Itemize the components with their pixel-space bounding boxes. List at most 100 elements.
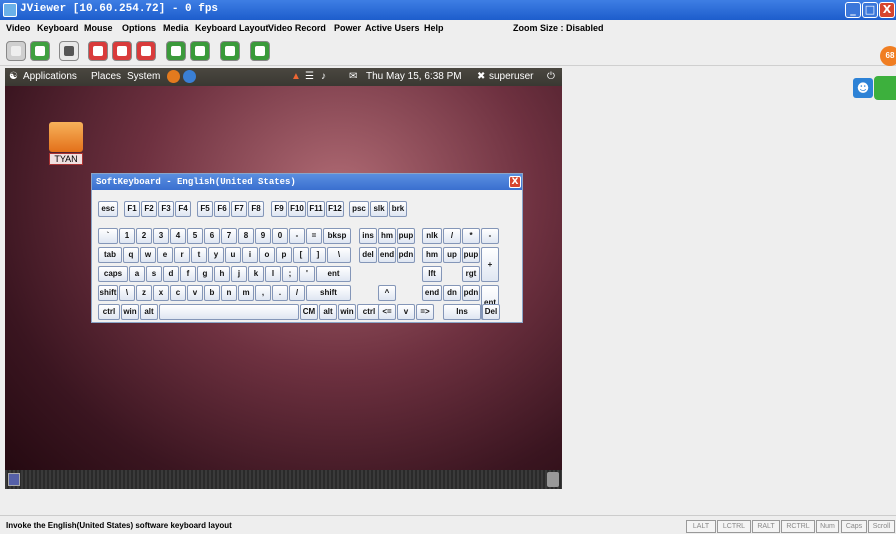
- minimize-button[interactable]: _: [845, 2, 861, 18]
- key-function-row-13[interactable]: psc: [349, 201, 369, 217]
- key-function-row-8[interactable]: F8: [248, 201, 264, 217]
- key-function-row-0[interactable]: esc: [98, 201, 118, 217]
- soft-keyboard-close-button[interactable]: X: [509, 176, 521, 188]
- key-row1-9[interactable]: 9: [255, 228, 271, 244]
- key-row4-1[interactable]: \: [119, 285, 135, 301]
- show-desktop-icon[interactable]: [8, 473, 20, 486]
- key-row2-8[interactable]: i: [242, 247, 258, 263]
- key-row4-13[interactable]: ^: [378, 285, 396, 301]
- key-row2-5[interactable]: t: [191, 247, 207, 263]
- key-row3-12[interactable]: ent: [316, 266, 351, 282]
- key-function-row-6[interactable]: F6: [214, 201, 230, 217]
- key-row1-4[interactable]: 4: [170, 228, 186, 244]
- key-function-row-9[interactable]: F9: [271, 201, 287, 217]
- places-menu[interactable]: Places: [91, 71, 121, 82]
- menu-keyboard-layout[interactable]: Keyboard Layout: [195, 23, 269, 33]
- key-row3-2[interactable]: s: [146, 266, 162, 282]
- key-row4-16[interactable]: pdn: [462, 285, 480, 301]
- key-row5-3[interactable]: [159, 304, 299, 320]
- help-icon[interactable]: [183, 70, 196, 83]
- key-row1-1[interactable]: 1: [119, 228, 135, 244]
- key-row2-15[interactable]: end: [378, 247, 396, 263]
- key-row1-19[interactable]: *: [462, 228, 480, 244]
- key-row4-14[interactable]: end: [422, 285, 442, 301]
- key-row2-17[interactable]: hm: [422, 247, 442, 263]
- key-row1-8[interactable]: 8: [238, 228, 254, 244]
- key-row3-3[interactable]: d: [163, 266, 179, 282]
- key-row3-8[interactable]: k: [248, 266, 264, 282]
- key-row3-5[interactable]: g: [197, 266, 213, 282]
- menu-power[interactable]: Power: [334, 23, 361, 33]
- key-row3-4[interactable]: f: [180, 266, 196, 282]
- key-function-row-14[interactable]: slk: [370, 201, 388, 217]
- key-row3-10[interactable]: ;: [282, 266, 298, 282]
- menu-mouse[interactable]: Mouse: [84, 23, 113, 33]
- key-row1-10[interactable]: 0: [272, 228, 288, 244]
- key-row4-8[interactable]: m: [238, 285, 254, 301]
- menu-video[interactable]: Video: [6, 23, 30, 33]
- key-row2-16[interactable]: pdn: [397, 247, 415, 263]
- maximize-button[interactable]: □: [862, 2, 878, 18]
- key-row3-6[interactable]: h: [214, 266, 230, 282]
- key-function-row-10[interactable]: F10: [288, 201, 306, 217]
- key-row1-18[interactable]: /: [443, 228, 461, 244]
- key-function-row-4[interactable]: F4: [175, 201, 191, 217]
- key-row4-4[interactable]: c: [170, 285, 186, 301]
- shutdown-icon[interactable]: ⏻: [547, 71, 555, 82]
- key-row4-3[interactable]: x: [153, 285, 169, 301]
- key-row1-13[interactable]: bksp: [323, 228, 351, 244]
- key-row3-1[interactable]: a: [129, 266, 145, 282]
- hard-disk-button[interactable]: [220, 41, 240, 61]
- soft-keyboard-button[interactable]: [250, 41, 270, 61]
- key-row3-0[interactable]: caps: [98, 266, 128, 282]
- update-alert-icon[interactable]: ▲: [291, 71, 301, 82]
- key-row2-6[interactable]: y: [208, 247, 224, 263]
- volume-icon[interactable]: ♪: [321, 71, 326, 82]
- key-row5-2[interactable]: alt: [140, 304, 158, 320]
- gnome-logo-icon[interactable]: ☯: [9, 71, 18, 82]
- key-row2-9[interactable]: o: [259, 247, 275, 263]
- key-row2-18[interactable]: up: [443, 247, 461, 263]
- key-function-row-2[interactable]: F2: [141, 201, 157, 217]
- key-row2-10[interactable]: p: [276, 247, 292, 263]
- key-function-row-15[interactable]: brk: [389, 201, 407, 217]
- record-button[interactable]: [88, 41, 108, 61]
- key-row1-12[interactable]: =: [306, 228, 322, 244]
- key-function-row-12[interactable]: F12: [326, 201, 344, 217]
- folder-icon[interactable]: [49, 122, 83, 152]
- key-row4-7[interactable]: n: [221, 285, 237, 301]
- key-row5-8[interactable]: <=: [378, 304, 396, 320]
- mail-icon[interactable]: ✉: [349, 71, 357, 82]
- key-function-row-11[interactable]: F11: [307, 201, 325, 217]
- key-function-row-5[interactable]: F5: [197, 201, 213, 217]
- key-row4-10[interactable]: .: [272, 285, 288, 301]
- key-row2-14[interactable]: del: [359, 247, 377, 263]
- key-row4-6[interactable]: b: [204, 285, 220, 301]
- key-row1-5[interactable]: 5: [187, 228, 203, 244]
- menu-options[interactable]: Options: [122, 23, 156, 33]
- key-row5-0[interactable]: ctrl: [98, 304, 120, 320]
- active-users-icon[interactable]: ☻: [853, 78, 873, 98]
- key-row1-14[interactable]: ins: [359, 228, 377, 244]
- desktop-folder-label[interactable]: TYAN: [49, 153, 83, 165]
- key-function-row-7[interactable]: F7: [231, 201, 247, 217]
- key-row1-3[interactable]: 3: [153, 228, 169, 244]
- network-icon[interactable]: ☰: [305, 71, 314, 82]
- key-row2-3[interactable]: e: [157, 247, 173, 263]
- key-row1-6[interactable]: 6: [204, 228, 220, 244]
- key-row2-13[interactable]: \: [327, 247, 351, 263]
- key-row3-7[interactable]: j: [231, 266, 247, 282]
- key-row5-4[interactable]: CM: [300, 304, 318, 320]
- key-row5-6[interactable]: win: [338, 304, 356, 320]
- pause-button[interactable]: [30, 41, 50, 61]
- key-row2-11[interactable]: [: [293, 247, 309, 263]
- menu-keyboard[interactable]: Keyboard: [37, 23, 79, 33]
- power-icon[interactable]: [874, 76, 896, 100]
- key-row1-16[interactable]: pup: [397, 228, 415, 244]
- cdrom-button[interactable]: [166, 41, 186, 61]
- key-row2-1[interactable]: q: [123, 247, 139, 263]
- save-button[interactable]: [112, 41, 132, 61]
- firefox-icon[interactable]: [167, 70, 180, 83]
- floppy-button[interactable]: [190, 41, 210, 61]
- key-row2-12[interactable]: ]: [310, 247, 326, 263]
